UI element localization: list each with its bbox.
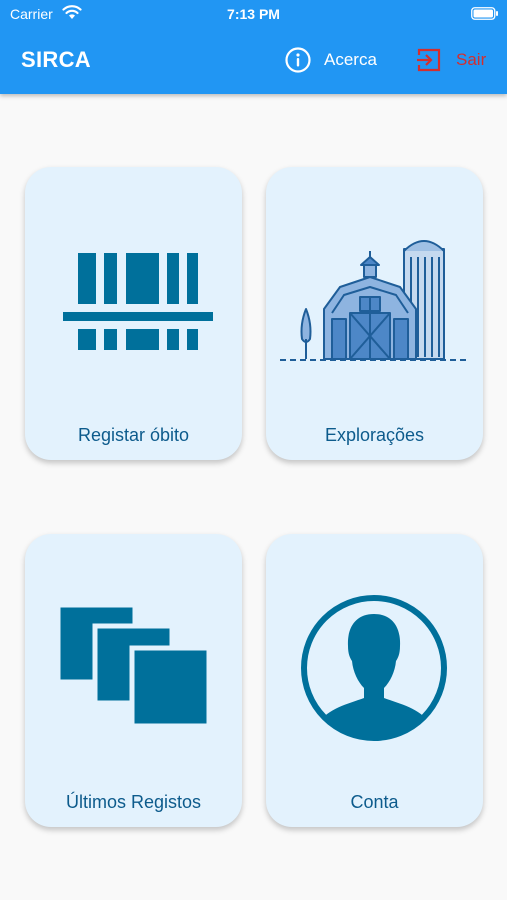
exit-button[interactable]: Sair (416, 44, 486, 76)
farm-icon (280, 240, 466, 361)
about-button[interactable]: Acerca (284, 44, 377, 76)
account-tile[interactable]: Conta (266, 534, 483, 827)
person-icon (301, 595, 447, 741)
battery-icon (471, 7, 498, 20)
status-time: 7:13 PM (227, 6, 280, 22)
farms-label: Explorações (324, 425, 425, 445)
exit-icon (417, 48, 441, 72)
about-label: Acerca (324, 50, 377, 69)
barcode-icon (63, 253, 213, 350)
recent-records-label: Últimos Registos (65, 792, 202, 812)
account-label: Conta (350, 792, 399, 812)
app-bar: Carrier 7:13 PM SIRCA Acerca Sair (0, 0, 507, 94)
stacked-squares-icon (57, 604, 209, 728)
recent-records-tile[interactable]: Últimos Registos (25, 534, 242, 827)
info-icon (285, 47, 311, 73)
app-title: SIRCA (21, 47, 91, 72)
exit-label: Sair (456, 50, 487, 69)
register-death-tile[interactable]: Registar óbito (25, 167, 242, 460)
status-bar: Carrier 7:13 PM (0, 0, 507, 28)
farms-tile[interactable]: Explorações (266, 167, 483, 460)
register-death-label: Registar óbito (77, 425, 190, 445)
